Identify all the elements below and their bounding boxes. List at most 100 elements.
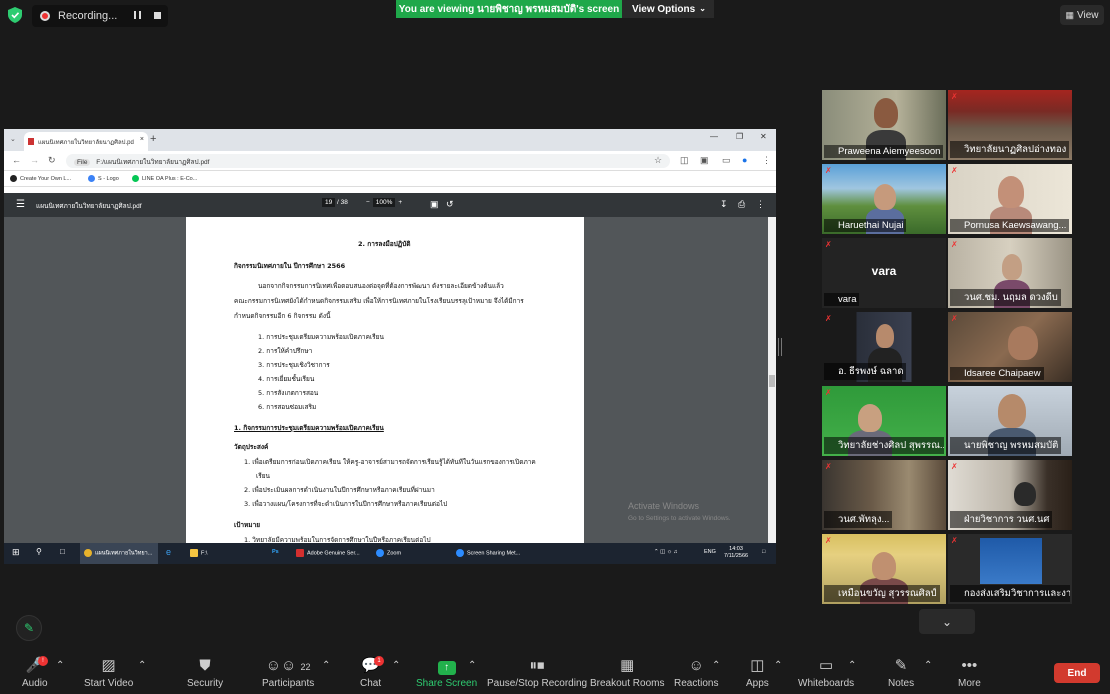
pause-recording-icon[interactable] bbox=[134, 11, 141, 19]
view-button[interactable]: ▦ View bbox=[1060, 5, 1104, 25]
participant-tile[interactable]: ✗ Pornusa Kaewsawang... bbox=[948, 164, 1072, 234]
apps-options-arrow[interactable]: ⌃ bbox=[774, 660, 782, 671]
print-icon[interactable]: ⎙ bbox=[738, 199, 745, 210]
forward-icon[interactable]: → bbox=[30, 155, 39, 165]
security-label: Security bbox=[187, 678, 224, 689]
taskbar-clock[interactable]: 14:03 7/11/2566 bbox=[724, 546, 748, 560]
taskbar-item-explorer[interactable]: F:\ bbox=[190, 549, 207, 557]
browser-tab[interactable]: แผนนิเทศภายในวิทยาลัยนาฏศิลป.pd × bbox=[24, 132, 148, 151]
close-window-icon[interactable]: ✕ bbox=[760, 132, 767, 141]
tray-icons[interactable]: ⌃ ◫ ☼ ♫ bbox=[654, 549, 678, 555]
new-tab-icon[interactable]: + bbox=[150, 133, 156, 145]
split-drag-handle[interactable] bbox=[778, 338, 782, 356]
rotate-icon[interactable]: ↺ bbox=[446, 199, 454, 210]
notes-options-arrow[interactable]: ⌃ bbox=[924, 660, 932, 671]
view-options-button[interactable]: View Options ⌄ bbox=[622, 0, 714, 18]
fit-page-icon[interactable]: ▣ bbox=[430, 199, 439, 210]
participant-name: อ. ธีรพงษ์ ฉลาด bbox=[824, 363, 907, 380]
pdf-scrollbar[interactable] bbox=[768, 217, 776, 543]
participant-tile[interactable]: ✗ Haruethai Nujai bbox=[822, 164, 946, 234]
bookmark-item[interactable]: Create Your Own L... bbox=[10, 175, 71, 182]
audio-warning-badge: ! bbox=[38, 656, 48, 666]
address-scheme: File bbox=[74, 159, 91, 166]
video-options-arrow[interactable]: ⌃ bbox=[138, 660, 146, 671]
chat-options-arrow[interactable]: ⌃ bbox=[392, 660, 400, 671]
participant-tile[interactable]: ✗ ฝ่ายวิชาการ วนศ.นศ bbox=[948, 460, 1072, 530]
participant-tile[interactable]: ✗ วนศ.พัทลุง... bbox=[822, 460, 946, 530]
notification-icon[interactable]: □ bbox=[762, 549, 765, 555]
taskbar-item-adobe[interactable]: Adobe Genuine Ser... bbox=[296, 549, 360, 557]
stop-recording-icon[interactable] bbox=[154, 12, 161, 19]
back-icon[interactable]: ← bbox=[12, 155, 21, 165]
participant-tile[interactable]: ✗ กองส่งเสริมวิชาการและงานวิจัย bbox=[948, 534, 1072, 604]
edge-icon[interactable]: e bbox=[166, 547, 171, 557]
participant-tile-active-speaker[interactable]: นายพิชาญ พรหมสมบัติ bbox=[948, 386, 1072, 456]
maximize-icon[interactable]: ❐ bbox=[736, 132, 743, 141]
whiteboards-options-arrow[interactable]: ⌃ bbox=[848, 660, 856, 671]
address-input[interactable]: File F:/แผนนิเทศภายในวิทยาลัยนาฏศิลป.pdf bbox=[66, 154, 670, 168]
zoom-value[interactable]: 100% bbox=[372, 198, 396, 207]
participant-tile[interactable]: ✗ Idsaree Chaipaew bbox=[948, 312, 1072, 382]
apps-button[interactable]: ◫ Apps bbox=[746, 656, 769, 689]
language-indicator[interactable]: ENG bbox=[704, 549, 716, 555]
bookmark-item[interactable]: LINE OA Plus : E-Co... bbox=[132, 175, 197, 182]
audio-options-arrow[interactable]: ⌃ bbox=[56, 660, 64, 671]
participant-tile[interactable]: ✗ วิทยาลัยช่างศิลป สุพรรณ... bbox=[822, 386, 946, 456]
photoshop-icon[interactable]: Ps bbox=[272, 549, 279, 555]
shield-icon[interactable] bbox=[8, 7, 22, 23]
minimize-icon[interactable]: — bbox=[710, 132, 718, 141]
windows-start-icon[interactable]: ⊞ bbox=[12, 547, 20, 558]
gallery-next-page-button[interactable]: ⌄ bbox=[919, 609, 975, 634]
menu-icon[interactable]: ☰ bbox=[16, 199, 25, 210]
taskbar-item-zoom[interactable]: Zoom bbox=[376, 549, 401, 557]
close-tab-icon[interactable]: × bbox=[140, 136, 144, 143]
mic-muted-icon: ✗ bbox=[825, 240, 832, 249]
participant-tile[interactable]: ✗ เหมือนขวัญ สุวรรณศิลป์ bbox=[822, 534, 946, 604]
participants-button[interactable]: ☺☺ 22 Participants bbox=[262, 656, 314, 689]
tab-search-icon[interactable]: ⌄ bbox=[10, 135, 16, 143]
pause-stop-recording-button[interactable]: ⏸⏹ Pause/Stop Recording bbox=[487, 656, 587, 689]
whiteboards-button[interactable]: ▭ Whiteboards bbox=[798, 656, 854, 689]
audio-button[interactable]: 🎤 ! Audio bbox=[22, 656, 48, 689]
bookmark-item[interactable]: S - Logo bbox=[88, 175, 119, 182]
more-button[interactable]: ••• More bbox=[958, 656, 981, 689]
participant-name: เหมือนขวัญ สุวรรณศิลป์ bbox=[824, 585, 940, 602]
pdf-heading: 2. การลงมือปฏิบัติ bbox=[358, 240, 411, 248]
zoom-in-icon[interactable]: + bbox=[398, 199, 402, 206]
share-options-arrow[interactable]: ⌃ bbox=[468, 660, 476, 671]
mic-muted-icon: ✗ bbox=[825, 388, 832, 397]
bookmark-star-icon[interactable]: ☆ bbox=[654, 155, 662, 166]
extension-icon[interactable]: ◫ bbox=[680, 155, 689, 166]
security-button[interactable]: ⛊ Security bbox=[187, 656, 223, 689]
download-icon[interactable]: ↧ bbox=[720, 199, 728, 210]
task-view-icon[interactable]: □ bbox=[60, 547, 65, 556]
scroll-thumb[interactable] bbox=[769, 375, 775, 387]
sidebar-icon[interactable]: ▭ bbox=[722, 155, 731, 166]
pdf-more-icon[interactable]: ⋮ bbox=[756, 199, 765, 210]
taskbar-item-screen-sharing[interactable]: Screen Sharing Met... bbox=[456, 549, 520, 557]
notes-button[interactable]: ✎ Notes bbox=[888, 656, 914, 689]
puzzle-icon[interactable]: ▣ bbox=[700, 155, 709, 166]
participant-tile[interactable]: Praweena Aiemyeesoon bbox=[822, 90, 946, 160]
annotate-pencil-button[interactable]: ✎ bbox=[16, 615, 42, 641]
zoom-out-icon[interactable]: − bbox=[366, 199, 370, 206]
chat-button[interactable]: 💬 1 Chat bbox=[360, 656, 384, 689]
participant-tile[interactable]: ✗ อ. ธีรพงษ์ ฉลาด bbox=[822, 312, 946, 382]
start-video-button[interactable]: ▨ Start Video bbox=[84, 656, 133, 689]
participant-tile[interactable]: ✗ วนศ.ชม. นฤมล ดวงดีบ bbox=[948, 238, 1072, 308]
breakout-rooms-button[interactable]: ▦ Breakout Rooms bbox=[590, 656, 664, 689]
participant-tile[interactable]: ✗ วิทยาลัยนาฏศิลปอ่างทอง bbox=[948, 90, 1072, 160]
end-meeting-button[interactable]: End bbox=[1054, 663, 1100, 683]
participant-tile[interactable]: vara ✗ vara bbox=[822, 238, 946, 308]
browser-menu-icon[interactable]: ⋮ bbox=[762, 155, 771, 166]
profile-icon[interactable]: ● bbox=[742, 155, 747, 165]
pdf-line: 3. การประชุมเชิงวิชาการ bbox=[258, 361, 330, 369]
reactions-options-arrow[interactable]: ⌃ bbox=[712, 660, 720, 671]
page-current[interactable]: 19 bbox=[322, 198, 336, 207]
page-indicator[interactable]: 19 / 38 bbox=[322, 198, 348, 207]
pdf-viewer[interactable]: 2. การลงมือปฏิบัติ กิจกรรมนิเทศภายใน ปีก… bbox=[4, 217, 768, 543]
participants-options-arrow[interactable]: ⌃ bbox=[322, 660, 330, 671]
reload-icon[interactable]: ↻ bbox=[48, 155, 56, 166]
taskbar-item-chrome[interactable]: แผนนิเทศภายในวิทยา... bbox=[84, 549, 152, 557]
taskbar-search-icon[interactable]: ⚲ bbox=[36, 547, 42, 556]
